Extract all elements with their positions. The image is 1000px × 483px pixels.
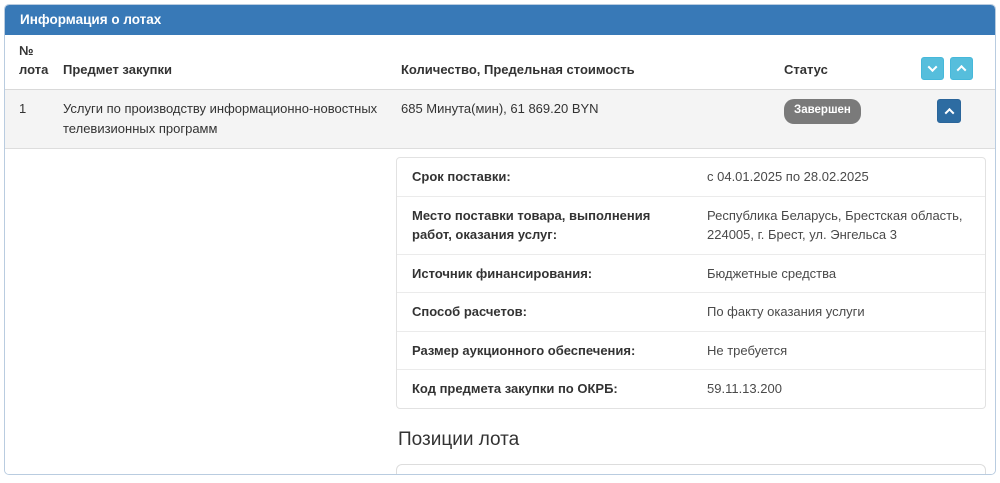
detail-label: Источник финансирования: <box>412 265 593 281</box>
detail-row-okrb-code: Код предмета закупки по ОКРБ: 59.11.13.2… <box>397 369 985 408</box>
lot-positions-heading: Позиции лота <box>398 428 520 450</box>
lot-quantity-cost: 685 Минута(мин), 61 869.20 BYN <box>401 101 599 116</box>
collapse-all-button[interactable] <box>921 57 944 80</box>
detail-value: Бюджетные средства <box>707 265 837 281</box>
chevron-up-icon <box>944 107 954 118</box>
column-header-status: Статус <box>784 62 828 78</box>
lot-detail-panel: Срок поставки: с 04.01.2025 по 28.02.202… <box>5 149 995 474</box>
detail-label: Способ расчетов: <box>412 304 527 320</box>
detail-value: с 04.01.2025 по 28.02.2025 <box>707 169 869 185</box>
column-header-subject: Предмет закупки <box>63 62 173 78</box>
expand-all-button[interactable] <box>950 57 973 80</box>
column-header-lot-number: № лота <box>19 43 49 78</box>
lot-position-item: Позиция № 2025-200020300-24: Телевизионн… <box>396 463 986 474</box>
lot-details-table: Срок поставки: с 04.01.2025 по 28.02.202… <box>396 157 986 409</box>
detail-label: Место поставки товара, выполнения работ,… <box>412 207 651 243</box>
detail-label: Размер аукционного обеспечения: <box>412 342 636 358</box>
table-header-actions <box>921 57 983 80</box>
lot-collapse-button[interactable] <box>937 99 961 123</box>
panel-header: Информация о лотах <box>5 5 995 35</box>
detail-row-payment-method: Способ расчетов: По факту оказания услуг… <box>397 292 985 331</box>
chevron-up-icon <box>956 64 967 75</box>
lots-table-header: № лота Предмет закупки Количество, Преде… <box>5 35 995 90</box>
lots-panel: Информация о лотах № лота Предмет закупк… <box>4 4 996 475</box>
detail-value: Не требуется <box>707 342 788 358</box>
detail-row-delivery-place: Место поставки товара, выполнения работ,… <box>397 195 985 254</box>
detail-label: Код предмета закупки по ОКРБ: <box>412 381 618 397</box>
detail-row-delivery-period: Срок поставки: с 04.01.2025 по 28.02.202… <box>397 158 985 196</box>
detail-row-auction-security: Размер аукционного обеспечения: Не требу… <box>397 330 985 370</box>
chevron-down-icon <box>927 62 938 73</box>
panel-title: Информация о лотах <box>20 12 162 27</box>
detail-value: 59.11.13.200 <box>707 381 782 397</box>
lot-subject: Услуги по производству информационно-нов… <box>63 101 378 137</box>
lot-number: 1 <box>19 101 27 116</box>
status-badge: Завершен <box>784 99 861 124</box>
column-header-quantity: Количество, Предельная стоимость <box>401 62 635 78</box>
detail-value: По факту оказания услуги <box>707 304 865 320</box>
detail-row-funding-source: Источник финансирования: Бюджетные средс… <box>397 253 985 293</box>
detail-label: Срок поставки: <box>412 169 511 185</box>
lot-status-cell: Завершен <box>784 99 921 124</box>
detail-value: Республика Беларусь, Брестская область, … <box>707 207 963 243</box>
lot-row-actions <box>921 99 975 123</box>
lot-table-row: 1 Услуги по производству информационно-н… <box>5 90 995 150</box>
